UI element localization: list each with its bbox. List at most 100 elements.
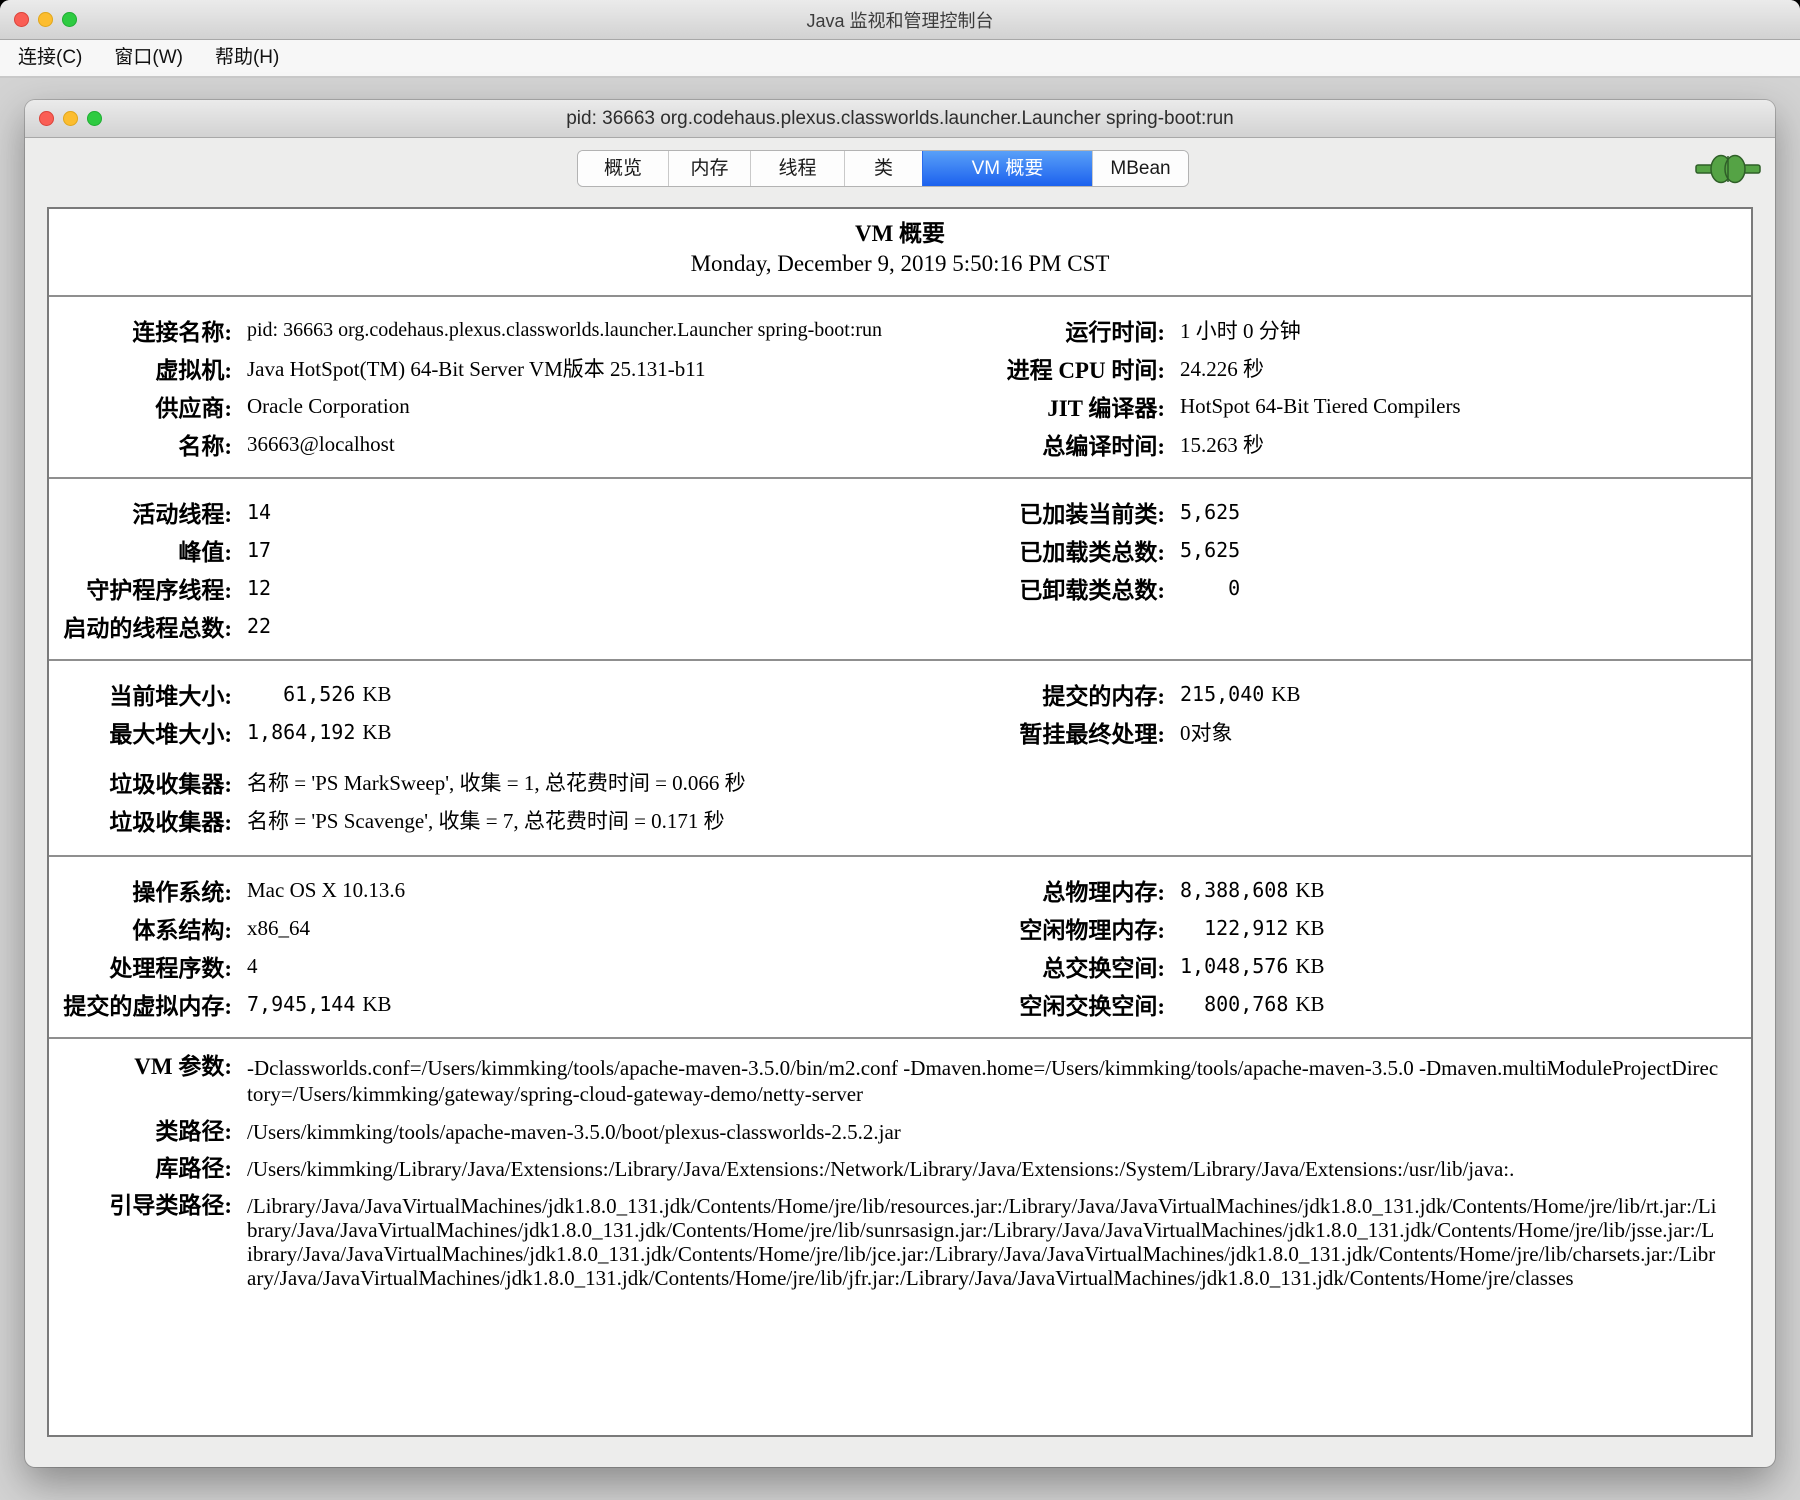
section-heap: 当前堆大小: 61,526KB 最大堆大小: 1,864,192KB 提交的内存…: [49, 661, 1751, 751]
jconsole-main-window: Java 监视和管理控制台 连接(C) 窗口(W) 帮助(H) pid: 366…: [0, 0, 1800, 1500]
os-value: Mac OS X 10.13.6: [247, 878, 927, 903]
os-label: 操作系统:: [49, 873, 232, 907]
committed-memory-value: 215,040KB: [1180, 682, 1753, 707]
committed-vm-label: 提交的虚拟内存:: [49, 987, 232, 1021]
section-os: 操作系统: Mac OS X 10.13.6 体系结构: x86_64 处理程序…: [49, 857, 1751, 1037]
vm-args-value: -Dclassworlds.conf=/Users/kimmking/tools…: [247, 1055, 1720, 1107]
vm-label: 虚拟机:: [49, 351, 232, 385]
arch-label: 体系结构:: [49, 911, 232, 945]
connection-window: pid: 36663 org.codehaus.plexus.classworl…: [25, 100, 1775, 1467]
name-label: 名称:: [49, 427, 232, 461]
daemon-threads-value: 12: [247, 576, 927, 600]
summary-header: VM 概要 Monday, December 9, 2019 5:50:16 P…: [49, 209, 1751, 295]
pending-finalization-value: 0对象: [1180, 717, 1753, 747]
vendor-value: Oracle Corporation: [247, 394, 927, 419]
menu-window[interactable]: 窗口(W): [98, 40, 199, 76]
lib-path-row: 库路径: /Users/kimmking/Library/Java/Extens…: [49, 1157, 1751, 1181]
gc-1-value: 名称 = 'PS MarkSweep', 收集 = 1, 总花费时间 = 0.0…: [247, 767, 1753, 797]
section-gc: 垃圾收集器: 名称 = 'PS MarkSweep', 收集 = 1, 总花费时…: [49, 751, 1751, 855]
processors-value: 4: [247, 954, 927, 979]
unloaded-total-label: 已卸载类总数:: [942, 571, 1165, 605]
gc-2-label: 垃圾收集器:: [49, 803, 232, 837]
tab-classes[interactable]: 类: [844, 151, 922, 186]
tab-threads[interactable]: 线程: [750, 151, 844, 186]
plug-connected-icon: [1695, 152, 1761, 186]
peak-threads-value: 17: [247, 538, 927, 562]
name-value: 36663@localhost: [247, 432, 927, 457]
live-threads-label: 活动线程:: [49, 495, 232, 529]
vm-summary-panel: VM 概要 Monday, December 9, 2019 5:50:16 P…: [47, 207, 1753, 1437]
unloaded-total-value: 0: [1180, 576, 1753, 600]
menu-bar: 连接(C) 窗口(W) 帮助(H): [0, 40, 1800, 78]
free-swap-label: 空闲交换空间:: [942, 987, 1165, 1021]
close-button[interactable]: [39, 111, 54, 126]
free-phys-label: 空闲物理内存:: [942, 911, 1165, 945]
uptime-label: 运行时间:: [942, 313, 1165, 347]
window-controls: [39, 100, 102, 137]
jit-label: JIT 编译器:: [942, 389, 1165, 423]
tab-memory[interactable]: 内存: [668, 151, 750, 186]
total-phys-value: 8,388,608KB: [1180, 878, 1753, 903]
heap-max-value: 1,864,192KB: [247, 720, 927, 745]
minimize-button[interactable]: [38, 12, 53, 27]
page-title: VM 概要: [49, 219, 1751, 249]
desktop: Java 监视和管理控制台 连接(C) 窗口(W) 帮助(H) pid: 366…: [0, 0, 1800, 1500]
tab-overview[interactable]: 概览: [578, 151, 668, 186]
main-window-titlebar[interactable]: Java 监视和管理控制台: [0, 0, 1800, 40]
heap-max-label: 最大堆大小:: [49, 715, 232, 749]
uptime-value: 1 小时 0 分钟: [1180, 315, 1753, 345]
vm-args-row: VM 参数: -Dclassworlds.conf=/Users/kimmkin…: [49, 1055, 1751, 1107]
cpu-time-value: 24.226 秒: [1180, 353, 1753, 383]
heap-current-label: 当前堆大小:: [49, 677, 232, 711]
tab-mbeans[interactable]: MBean: [1092, 151, 1188, 186]
cpu-time-label: 进程 CPU 时间:: [942, 351, 1165, 385]
free-phys-value: 122,912KB: [1180, 916, 1753, 941]
connection-window-titlebar[interactable]: pid: 36663 org.codehaus.plexus.classworl…: [25, 100, 1775, 138]
loaded-total-label: 已加载类总数:: [942, 533, 1165, 567]
class-path-row: 类路径: /Users/kimmking/tools/apache-maven-…: [49, 1120, 1751, 1144]
compile-time-value: 15.263 秒: [1180, 429, 1753, 459]
close-button[interactable]: [14, 12, 29, 27]
menu-connection[interactable]: 连接(C): [2, 40, 98, 76]
committed-vm-value: 7,945,144KB: [247, 992, 927, 1017]
total-threads-label: 启动的线程总数:: [49, 609, 232, 643]
vm-value: Java HotSpot(TM) 64-Bit Server VM版本 25.1…: [247, 353, 927, 383]
conn-name-label: 连接名称:: [49, 313, 232, 347]
arch-value: x86_64: [247, 916, 927, 941]
loaded-current-label: 已加装当前类:: [942, 495, 1165, 529]
loaded-current-value: 5,625: [1180, 500, 1753, 524]
menu-help[interactable]: 帮助(H): [199, 40, 295, 76]
peak-threads-label: 峰值:: [49, 533, 232, 567]
live-threads-value: 14: [247, 500, 927, 524]
conn-name-value: pid: 36663 org.codehaus.plexus.classworl…: [247, 319, 927, 342]
main-window-title: Java 监视和管理控制台: [0, 0, 1800, 39]
compile-time-label: 总编译时间:: [942, 427, 1165, 461]
section-threads-classes: 活动线程: 14 峰值: 17 守护程序线程: 12 启动的线程总数: 22 已…: [49, 479, 1751, 659]
window-controls: [14, 0, 77, 39]
section-paths: VM 参数: -Dclassworlds.conf=/Users/kimmkin…: [49, 1039, 1751, 1290]
heap-current-value: 61,526KB: [247, 682, 927, 707]
minimize-button[interactable]: [63, 111, 78, 126]
committed-memory-label: 提交的内存:: [942, 677, 1165, 711]
connection-window-title: pid: 36663 org.codehaus.plexus.classworl…: [25, 100, 1775, 137]
loaded-total-value: 5,625: [1180, 538, 1753, 562]
boot-class-path-row: 引导类路径: /Library/Java/JavaVirtualMachines…: [49, 1194, 1751, 1290]
pending-finalization-label: 暂挂最终处理:: [942, 715, 1165, 749]
total-threads-value: 22: [247, 614, 927, 638]
total-swap-label: 总交换空间:: [942, 949, 1165, 983]
jit-value: HotSpot 64-Bit Tiered Compilers: [1180, 394, 1753, 419]
vm-args-label: VM 参数:: [49, 1055, 232, 1079]
section-connection: 连接名称: pid: 36663 org.codehaus.plexus.cla…: [49, 297, 1751, 477]
daemon-threads-label: 守护程序线程:: [49, 571, 232, 605]
gc-1-label: 垃圾收集器:: [49, 765, 232, 799]
maximize-button[interactable]: [62, 12, 77, 27]
lib-path-label: 库路径:: [49, 1157, 232, 1181]
vendor-label: 供应商:: [49, 389, 232, 423]
maximize-button[interactable]: [87, 111, 102, 126]
lib-path-value: /Users/kimmking/Library/Java/Extensions:…: [247, 1157, 1720, 1181]
class-path-label: 类路径:: [49, 1120, 232, 1144]
class-path-value: /Users/kimmking/tools/apache-maven-3.5.0…: [247, 1120, 1720, 1144]
tab-bar: 概览 内存 线程 类 VM 概要 MBean: [577, 150, 1189, 187]
tab-vm-summary[interactable]: VM 概要: [922, 151, 1092, 186]
free-swap-value: 800,768KB: [1180, 992, 1753, 1017]
